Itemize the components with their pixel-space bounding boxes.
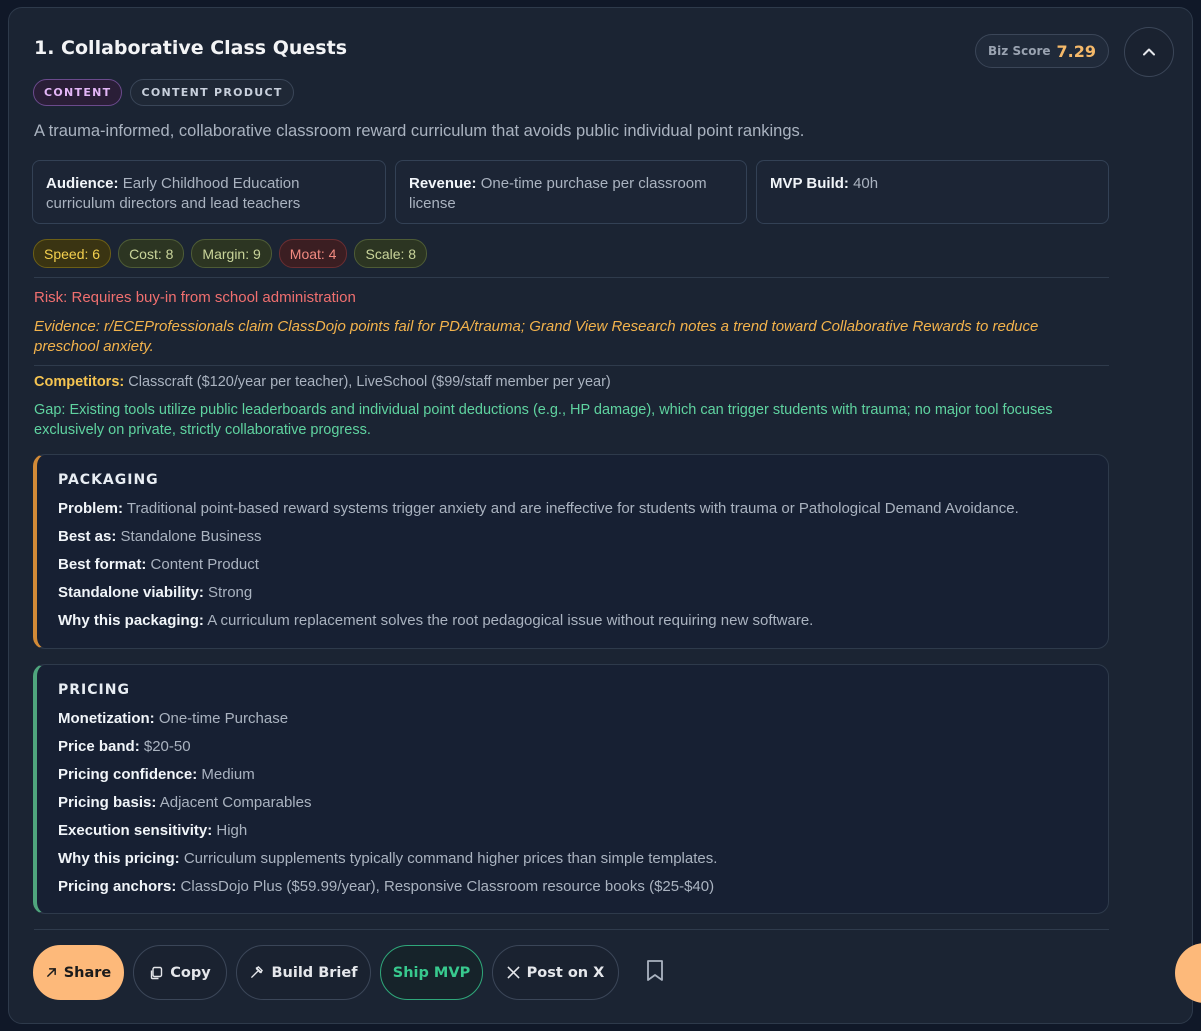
pricing-row-sensitivity: Execution sensitivity: High (58, 817, 1087, 845)
audience-label: Audience: (46, 175, 119, 192)
audience-box: Audience: Early Childhood Education curr… (32, 160, 386, 224)
biz-score-badge: Biz Score 7.29 (975, 34, 1109, 68)
tag-content-product: CONTENT PRODUCT (130, 79, 294, 106)
packaging-row-best-format: Best format: Content Product (58, 551, 1087, 579)
row-label: Execution sensitivity: (58, 822, 213, 839)
row-value: Content Product (150, 556, 259, 573)
packaging-row-why: Why this packaging: A curriculum replace… (58, 607, 1087, 635)
row-label: Standalone viability: (58, 584, 204, 601)
competitors-text: Competitors: Classcraft ($120/year per t… (34, 374, 611, 390)
revenue-label: Revenue: (409, 175, 477, 192)
metric-speed: Speed: 6 (33, 239, 112, 268)
share-label: Share (63, 964, 112, 981)
row-label: Price band: (58, 738, 140, 755)
hammer-icon (251, 966, 264, 978)
share-button[interactable]: Share (33, 945, 124, 1000)
packaging-row-problem: Problem: Traditional point-based reward … (58, 495, 1087, 523)
build-brief-button[interactable]: Build Brief (236, 945, 371, 1000)
mvp-build-value: 40h (853, 175, 879, 192)
metric-moat: Moat: 4 (278, 239, 348, 268)
collapse-button[interactable] (1124, 27, 1174, 77)
row-value: $20-50 (143, 738, 191, 755)
chevron-up-icon (1143, 48, 1155, 56)
pricing-row-confidence: Pricing confidence: Medium (58, 761, 1087, 789)
metric-chips: Speed: 6 Cost: 8 Margin: 9 Moat: 4 Scale… (33, 239, 428, 268)
row-value: Medium (201, 766, 255, 783)
divider (34, 277, 1109, 278)
row-value: ClassDojo Plus ($59.99/year), Responsive… (180, 878, 715, 895)
biz-score-value: 7.29 (1056, 41, 1096, 61)
pricing-panel: PRICING Monetization: One-time Purchase … (33, 664, 1109, 914)
copy-button[interactable]: Copy (133, 945, 227, 1000)
pricing-heading: PRICING (58, 682, 130, 698)
revenue-box: Revenue: One-time purchase per classroom… (395, 160, 747, 224)
row-value: Traditional point-based reward systems t… (126, 500, 1019, 517)
card-title: 1. Collaborative Class Quests (34, 37, 347, 59)
pricing-row-why: Why this pricing: Curriculum supplements… (58, 845, 1087, 873)
ship-mvp-button[interactable]: Ship MVP (380, 945, 483, 1000)
packaging-panel: PACKAGING Problem: Traditional point-bas… (33, 454, 1109, 649)
packaging-row-viability: Standalone viability: Strong (58, 579, 1087, 607)
row-label: Best format: (58, 556, 147, 573)
competitors-label: Competitors: (34, 374, 125, 390)
row-value: Standalone Business (120, 528, 262, 545)
bookmark-icon[interactable] (645, 959, 665, 983)
row-value: Strong (208, 584, 253, 601)
divider (34, 365, 1109, 366)
row-value: High (216, 822, 248, 839)
pricing-row-price-band: Price band: $20-50 (58, 733, 1087, 761)
ship-mvp-label: Ship MVP (392, 964, 471, 981)
competitors-value: Classcraft ($120/year per teacher), Live… (128, 374, 611, 390)
row-value: Adjacent Comparables (159, 794, 312, 811)
build-brief-label: Build Brief (271, 964, 358, 981)
pricing-row-basis: Pricing basis: Adjacent Comparables (58, 789, 1087, 817)
copy-icon (151, 966, 163, 979)
x-logo-icon (507, 966, 520, 979)
metric-scale: Scale: 8 (354, 239, 428, 268)
row-label: Monetization: (58, 710, 155, 727)
card-description: A trauma-informed, collaborative classro… (34, 122, 805, 140)
packaging-heading: PACKAGING (58, 472, 159, 488)
divider (34, 929, 1109, 930)
row-label: Problem: (58, 500, 124, 517)
row-label: Best as: (58, 528, 117, 545)
row-label: Pricing anchors: (58, 878, 177, 895)
row-label: Why this packaging: (58, 612, 204, 629)
copy-label: Copy (170, 964, 211, 981)
row-label: Pricing confidence: (58, 766, 198, 783)
row-value: A curriculum replacement solves the root… (207, 612, 814, 629)
row-label: Pricing basis: (58, 794, 157, 811)
pricing-row-monetization: Monetization: One-time Purchase (58, 705, 1087, 733)
mvp-build-label: MVP Build: (770, 175, 849, 192)
pricing-row-anchors: Pricing anchors: ClassDojo Plus ($59.99/… (58, 873, 1087, 901)
post-on-x-label: Post on X (526, 964, 605, 981)
biz-score-label: Biz Score (988, 44, 1051, 58)
metric-margin: Margin: 9 (191, 239, 272, 268)
gap-text: Gap: Existing tools utilize public leade… (34, 402, 1053, 438)
tag-list: CONTENT CONTENT PRODUCT (33, 79, 294, 106)
metric-cost: Cost: 8 (118, 239, 185, 268)
evidence-text: Evidence: r/ECEProfessionals claim Class… (34, 318, 1039, 355)
tag-content: CONTENT (33, 79, 123, 106)
row-label: Why this pricing: (58, 850, 180, 867)
packaging-row-best-as: Best as: Standalone Business (58, 523, 1087, 551)
post-on-x-button[interactable]: Post on X (492, 945, 619, 1000)
mvp-build-box: MVP Build: 40h (756, 160, 1109, 224)
arrow-up-right-icon (46, 968, 56, 977)
row-value: One-time Purchase (158, 710, 289, 727)
idea-card: 1. Collaborative Class Quests Biz Score … (8, 7, 1193, 1024)
row-value: Curriculum supplements typically command… (183, 850, 718, 867)
risk-text: Risk: Requires buy-in from school admini… (34, 289, 356, 306)
